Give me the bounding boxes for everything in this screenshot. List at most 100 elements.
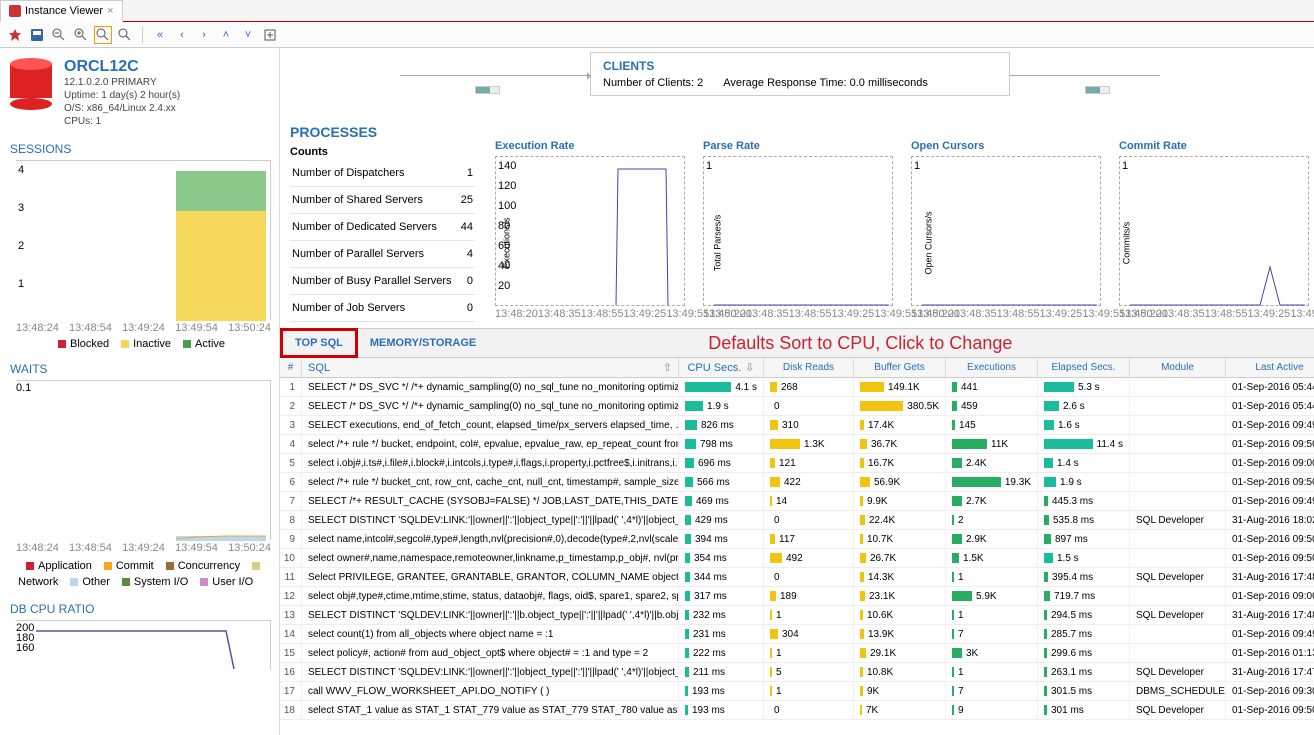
svg-text:140: 140 bbox=[498, 160, 516, 172]
sessions-title: SESSIONS bbox=[0, 138, 279, 160]
zoom-fit-icon[interactable] bbox=[116, 26, 134, 44]
divider bbox=[142, 27, 143, 43]
sql-tabs: TOP SQL MEMORY/STORAGE Defaults Sort to … bbox=[280, 328, 1314, 358]
col-cpu[interactable]: CPU Secs.⇩ bbox=[679, 358, 764, 377]
svg-text:40: 40 bbox=[498, 260, 510, 272]
sessions-panel: Number of sessions 4321 13:48:2413:48:54… bbox=[0, 160, 279, 358]
svg-text:20: 20 bbox=[498, 280, 510, 292]
tab-memory-storage[interactable]: MEMORY/STORAGE bbox=[358, 331, 488, 355]
table-row[interactable]: 9 select name,intcol#,segcol#,type#,leng… bbox=[280, 530, 1314, 549]
col-lastactive[interactable]: Last Active bbox=[1226, 358, 1314, 377]
waits-chart[interactable]: 0.1 bbox=[16, 380, 271, 540]
rate-chart: Parse Rate Total Parses/s 1 13:48:2013:4… bbox=[703, 140, 893, 322]
nav-up-icon[interactable]: ˄ bbox=[217, 26, 235, 44]
svg-text:4: 4 bbox=[18, 164, 24, 176]
tab-top-sql[interactable]: TOP SQL bbox=[280, 328, 358, 358]
rate-charts-row: Execution Rate Executions/s 140120100806… bbox=[495, 140, 1309, 322]
svg-text:1: 1 bbox=[914, 160, 920, 172]
nav-prev-icon[interactable]: ‹ bbox=[173, 26, 191, 44]
processes-title: PROCESSES bbox=[290, 124, 1314, 140]
cpuratio-chart[interactable]: 200180160 bbox=[16, 620, 271, 670]
svg-text:2: 2 bbox=[18, 240, 24, 252]
count-row: Number of Dispatchers1 bbox=[290, 160, 475, 187]
nav-first-icon[interactable]: « bbox=[151, 26, 169, 44]
table-row[interactable]: 17 call WWV_FLOW_WORKSHEET_API.DO_NOTIFY… bbox=[280, 682, 1314, 701]
zoom-in-icon[interactable] bbox=[72, 26, 90, 44]
left-sidebar: ORCL12C 12.1.0.2.0 PRIMARY Uptime: 1 day… bbox=[0, 48, 280, 735]
grid-body: 1 SELECT /* DS_SVC */ /*+ dynamic_sampli… bbox=[280, 378, 1314, 720]
toolbar: « ‹ › ˄ ˅ bbox=[0, 22, 1314, 48]
instance-version: 12.1.0.2.0 PRIMARY bbox=[64, 76, 180, 89]
progress-indicator-right bbox=[1085, 85, 1110, 97]
table-row[interactable]: 8 SELECT DISTINCT 'SQLDEV:LINK:'||owner|… bbox=[280, 511, 1314, 530]
table-row[interactable]: 5 select i.obj#,i.ts#,i.file#,i.block#,i… bbox=[280, 454, 1314, 473]
save-icon[interactable] bbox=[28, 26, 46, 44]
tab-instance-viewer[interactable]: Instance Viewer × bbox=[0, 0, 123, 22]
db-mini-icon bbox=[9, 5, 21, 17]
col-diskreads[interactable]: Disk Reads bbox=[764, 358, 854, 377]
count-row: Number of Job Servers0 bbox=[290, 295, 475, 322]
flow-line bbox=[1010, 75, 1160, 76]
table-row[interactable]: 15 select policy#, action# from aud_obje… bbox=[280, 644, 1314, 663]
table-row[interactable]: 3 SELECT executions, end_of_fetch_count,… bbox=[280, 416, 1314, 435]
sessions-legend: BlockedInactiveActive bbox=[8, 334, 271, 350]
clients-count: Number of Clients: 2 bbox=[603, 77, 703, 89]
grid-header: # SQL⇧ CPU Secs.⇩ Disk Reads Buffer Gets… bbox=[280, 358, 1314, 378]
progress-indicator-left bbox=[475, 85, 500, 97]
clients-title: CLIENTS bbox=[603, 59, 997, 73]
zoom-out-icon[interactable] bbox=[50, 26, 68, 44]
table-row[interactable]: 14 select count(1) from all_objects wher… bbox=[280, 625, 1314, 644]
right-content: PROCESSES Counts Number of Dispatchers1N… bbox=[280, 48, 1314, 735]
table-row[interactable]: 4 select /*+ rule */ bucket, endpoint, c… bbox=[280, 435, 1314, 454]
col-buffergets[interactable]: Buffer Gets bbox=[854, 358, 946, 377]
table-row[interactable]: 7 SELECT /*+ RESULT_CACHE (SYSOBJ=FALSE)… bbox=[280, 492, 1314, 511]
instance-summary: ORCL12C 12.1.0.2.0 PRIMARY Uptime: 1 day… bbox=[0, 48, 279, 138]
zoom-select-icon[interactable] bbox=[94, 26, 112, 44]
svg-text:160: 160 bbox=[16, 642, 34, 654]
svg-text:80: 80 bbox=[498, 220, 510, 232]
svg-text:0.1: 0.1 bbox=[16, 382, 31, 394]
col-module[interactable]: Module bbox=[1130, 358, 1226, 377]
instance-os: O/S: x86_64/Linux 2.4.xx bbox=[64, 102, 180, 115]
processes-panel: PROCESSES Counts Number of Dispatchers1N… bbox=[280, 118, 1314, 328]
rate-chart: Execution Rate Executions/s 140120100806… bbox=[495, 140, 685, 322]
pin-icon[interactable] bbox=[6, 26, 24, 44]
waits-legend: ApplicationCommitConcurrencyNetworkOther… bbox=[8, 554, 271, 590]
sessions-xticks: 13:48:2413:48:5413:49:2413:49:5413:50:24 bbox=[16, 320, 271, 334]
svg-text:100: 100 bbox=[498, 200, 516, 212]
table-row[interactable]: 13 SELECT DISTINCT 'SQLDEV:LINK:'||owner… bbox=[280, 606, 1314, 625]
svg-text:3: 3 bbox=[18, 202, 24, 214]
cpuratio-title: DB CPU RATIO bbox=[0, 598, 279, 620]
flow-line bbox=[400, 75, 590, 76]
table-row[interactable]: 6 select /*+ rule */ bucket_cnt, row_cnt… bbox=[280, 473, 1314, 492]
svg-text:1: 1 bbox=[18, 278, 24, 290]
window-tabbar: Instance Viewer × bbox=[0, 0, 1314, 22]
count-row: Number of Busy Parallel Servers0 bbox=[290, 268, 475, 295]
cpuratio-panel: 200180160 bbox=[0, 620, 279, 678]
col-executions[interactable]: Executions bbox=[946, 358, 1038, 377]
table-row[interactable]: 12 select obj#,type#,ctime,mtime,stime, … bbox=[280, 587, 1314, 606]
col-elapsed[interactable]: Elapsed Secs. bbox=[1038, 358, 1130, 377]
nav-next-icon[interactable]: › bbox=[195, 26, 213, 44]
sessions-chart[interactable]: 4 3 2 1 bbox=[16, 160, 271, 320]
instance-name: ORCL12C bbox=[64, 58, 180, 76]
table-row[interactable]: 16 SELECT DISTINCT 'SQLDEV:LINK:'||owner… bbox=[280, 663, 1314, 682]
instance-cpus: CPUs: 1 bbox=[64, 115, 180, 128]
count-row: Number of Shared Servers25 bbox=[290, 187, 475, 214]
svg-text:1: 1 bbox=[1122, 160, 1128, 172]
table-row[interactable]: 11 Select PRIVILEGE, GRANTEE, GRANTABLE,… bbox=[280, 568, 1314, 587]
svg-text:1: 1 bbox=[706, 160, 712, 172]
nav-down-icon[interactable]: ˅ bbox=[239, 26, 257, 44]
rate-chart: Commit Rate Commits/s 1 13:48:2013:48:35… bbox=[1119, 140, 1309, 322]
svg-text:120: 120 bbox=[498, 180, 516, 192]
col-num[interactable]: # bbox=[280, 358, 302, 377]
table-row[interactable]: 18 select STAT_1 value as STAT_1 STAT_77… bbox=[280, 701, 1314, 720]
tab-title: Instance Viewer bbox=[25, 5, 103, 17]
close-icon[interactable]: × bbox=[107, 5, 113, 17]
count-row: Number of Dedicated Servers44 bbox=[290, 214, 475, 241]
table-row[interactable]: 1 SELECT /* DS_SVC */ /*+ dynamic_sampli… bbox=[280, 378, 1314, 397]
expand-icon[interactable] bbox=[261, 26, 279, 44]
table-row[interactable]: 10 select owner#,name,namespace,remoteow… bbox=[280, 549, 1314, 568]
table-row[interactable]: 2 SELECT /* DS_SVC */ /*+ dynamic_sampli… bbox=[280, 397, 1314, 416]
col-sql[interactable]: SQL⇧ bbox=[302, 358, 679, 377]
